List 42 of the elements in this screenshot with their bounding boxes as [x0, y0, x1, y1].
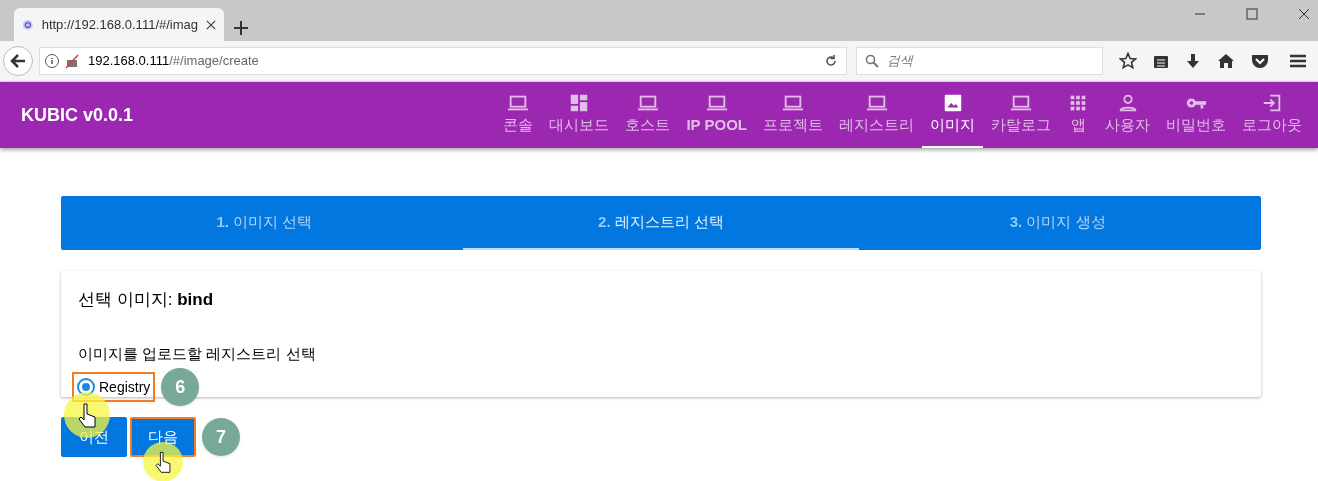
nav-item[interactable]: 앱 — [1059, 82, 1097, 148]
step-tab[interactable]: 2. 레지스트리 선택 — [462, 196, 860, 250]
home-icon[interactable] — [1217, 53, 1235, 69]
download-icon[interactable] — [1185, 53, 1201, 69]
prompt-text: 이미지를 업로드할 레지스트리 선택 — [78, 343, 316, 364]
step-tab[interactable]: 1. 이미지 선택 — [66, 196, 463, 250]
favicon-icon — [22, 17, 34, 32]
nav-item[interactable]: 로그아웃 — [1234, 82, 1310, 148]
browser-tab[interactable]: http://192.168.0.111/#/imag — [14, 8, 224, 41]
app-title: KUBIC v0.0.1 — [21, 103, 135, 127]
nav-item[interactable]: 콘솔 — [495, 82, 542, 148]
nav-item[interactable]: 호스트 — [617, 82, 679, 148]
reading-list-icon[interactable] — [1153, 53, 1169, 69]
nav-item[interactable]: IP POOL — [678, 82, 755, 148]
close-icon[interactable] — [206, 18, 216, 31]
nav-item[interactable]: 카탈로그 — [983, 82, 1059, 148]
back-button[interactable] — [3, 46, 33, 76]
info-icon — [44, 53, 60, 69]
reload-icon[interactable] — [824, 54, 838, 68]
nav-item[interactable]: 대시보드 — [541, 82, 618, 148]
back-arrow-icon — [10, 53, 26, 69]
tab-title: http://192.168.0.111/#/imag — [41, 15, 198, 34]
selected-image-text: 선택 이미지: bind — [78, 289, 214, 311]
search-icon — [865, 54, 879, 68]
menu-icon[interactable] — [1289, 53, 1307, 69]
search-field[interactable]: 검색 — [856, 47, 1103, 75]
step-badge: 6 — [161, 368, 200, 406]
nav-item[interactable]: 이미지 — [922, 82, 983, 148]
step-badge: 7 — [202, 418, 240, 456]
maximize-icon[interactable] — [1246, 8, 1258, 20]
url-text: 192.168.0.111/#/image/create — [88, 52, 260, 71]
insecure-lock-icon — [64, 53, 80, 69]
step-tab[interactable]: 3. 이미지 생성 — [859, 196, 1256, 250]
pocket-icon[interactable] — [1251, 53, 1269, 69]
close-window-icon[interactable] — [1298, 8, 1310, 20]
nav-item[interactable]: 레지스트리 — [831, 82, 922, 148]
url-field[interactable]: 192.168.0.111/#/image/create — [39, 47, 847, 75]
new-tab-icon[interactable] — [234, 21, 248, 35]
nav-item[interactable]: 비밀번호 — [1158, 82, 1234, 148]
nav-item[interactable]: 사용자 — [1097, 82, 1158, 148]
star-icon[interactable] — [1119, 52, 1137, 70]
nav-item[interactable]: 프로젝트 — [755, 82, 831, 148]
